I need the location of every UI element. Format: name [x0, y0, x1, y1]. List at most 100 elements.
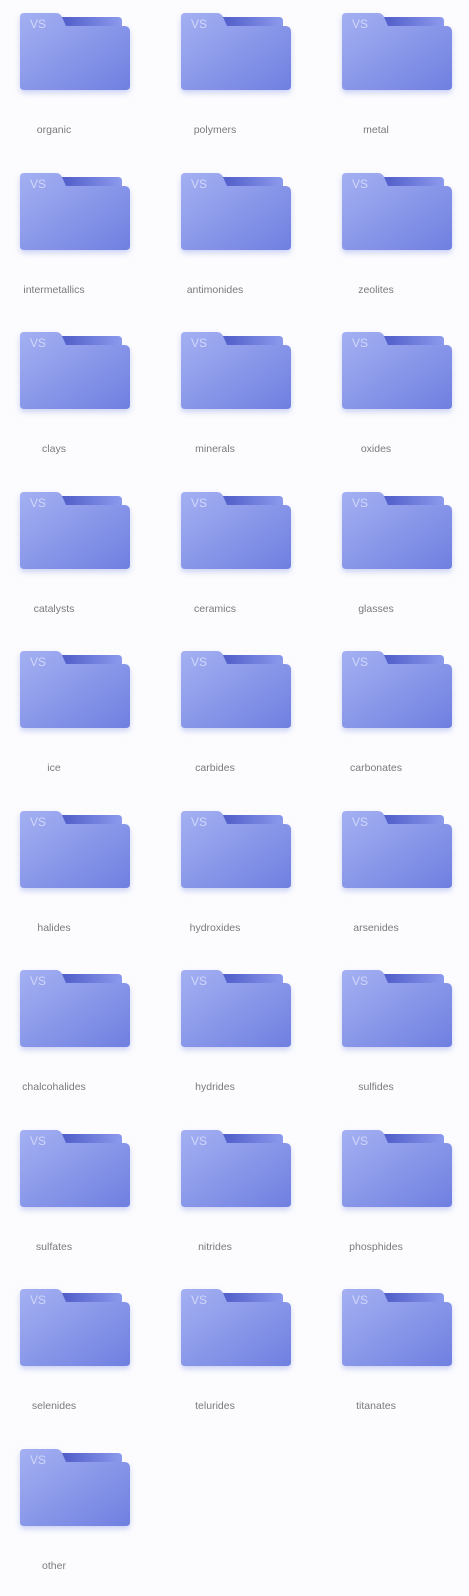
folder-label: clays [42, 443, 66, 455]
folder-item-carbides[interactable]: VS carbides [161, 638, 322, 798]
folder-item-intermetallics[interactable]: VS intermetallics [0, 160, 161, 320]
folder-label: telurides [195, 1400, 235, 1412]
folder-badge: VS [191, 496, 207, 510]
folder-icon: VS [20, 969, 132, 1051]
folder-icon: VS [181, 969, 293, 1051]
folder-icon: VS [20, 491, 132, 573]
folder-badge: VS [191, 1134, 207, 1148]
folder-item-titanates[interactable]: VS titanates [322, 1276, 469, 1436]
folder-item-hydroxides[interactable]: VS hydroxides [161, 798, 322, 958]
folder-badge: VS [30, 496, 46, 510]
folder-badge: VS [30, 1293, 46, 1307]
folder-badge: VS [30, 1134, 46, 1148]
folder-icon: VS [20, 1288, 132, 1370]
folder-item-telurides[interactable]: VS telurides [161, 1276, 322, 1436]
folder-item-polymers[interactable]: VS polymers [161, 0, 322, 160]
folder-badge: VS [352, 17, 368, 31]
folder-label: ceramics [193, 602, 236, 615]
folder-label: selenides [31, 1400, 77, 1412]
folder-item-zeolites[interactable]: VS zeolites [322, 160, 469, 320]
folder-icon: VS [342, 810, 454, 892]
folder-badge: VS [352, 1134, 368, 1148]
folder-label: hydrides [195, 1081, 235, 1093]
folder-icon: VS [342, 1288, 454, 1370]
folder-label: organic [36, 124, 72, 136]
folder-item-other[interactable]: VS other [0, 1436, 161, 1596]
folder-label: metal [363, 124, 389, 136]
folder-icon: VS [181, 491, 293, 573]
folder-badge: VS [191, 1293, 207, 1307]
folder-icon: VS [181, 650, 293, 732]
folder-icon: VS [181, 1129, 293, 1211]
folder-badge: VS [30, 17, 46, 31]
folder-icon: VS [342, 172, 454, 254]
folder-label: arsenides [353, 921, 399, 934]
folder-item-organic[interactable]: VS organic [0, 0, 161, 160]
folder-label: carbides [195, 762, 235, 774]
folder-icon: VS [342, 650, 454, 732]
folder-badge: VS [191, 336, 207, 350]
folder-item-sulfides[interactable]: VS sulfides [322, 957, 469, 1117]
folder-item-clays[interactable]: VS clays [0, 319, 161, 479]
folder-item-arsenides[interactable]: VS arsenides [322, 798, 469, 958]
folder-item-carbonates[interactable]: VS carbonates [322, 638, 469, 798]
folder-label: glasses [358, 602, 394, 615]
folder-label: minerals [195, 443, 235, 455]
folder-icon: VS [181, 172, 293, 254]
folder-icon: VS [20, 331, 132, 413]
folder-item-glasses[interactable]: VS glasses [322, 479, 469, 639]
folder-badge: VS [191, 815, 207, 829]
folder-icon: VS [342, 969, 454, 1051]
folder-badge: VS [30, 177, 46, 191]
folder-label: catalysts [33, 602, 75, 615]
folder-icon: VS [342, 1129, 454, 1211]
folder-label: chalcohalides [22, 1081, 86, 1093]
folder-item-catalysts[interactable]: VS catalysts [0, 479, 161, 639]
folder-badge: VS [352, 655, 368, 669]
folder-icon: VS [20, 650, 132, 732]
folder-badge: VS [30, 815, 46, 829]
folder-badge: VS [30, 1453, 46, 1467]
folder-item-selenides[interactable]: VS selenides [0, 1276, 161, 1436]
folder-icon: VS [181, 1288, 293, 1370]
folder-badge: VS [191, 177, 207, 191]
folder-label: intermetallics [23, 283, 85, 296]
folder-icon: VS [20, 172, 132, 254]
folder-item-sulfates[interactable]: VS sulfates [0, 1117, 161, 1277]
folder-icon: VS [20, 12, 132, 94]
folder-badge: VS [352, 1293, 368, 1307]
folder-badge: VS [191, 655, 207, 669]
folder-label: titanates [356, 1400, 396, 1412]
folder-badge: VS [30, 655, 46, 669]
folder-item-antimonides[interactable]: VS antimonides [161, 160, 322, 320]
folder-badge: VS [30, 974, 46, 988]
folder-grid: VS organic VS polymers VS metal VS inter… [0, 0, 469, 1595]
folder-label: antimonides [186, 283, 244, 296]
folder-item-minerals[interactable]: VS minerals [161, 319, 322, 479]
folder-item-hydrides[interactable]: VS hydrides [161, 957, 322, 1117]
folder-badge: VS [352, 974, 368, 988]
folder-item-oxides[interactable]: VS oxides [322, 319, 469, 479]
folder-label: polymers [193, 124, 237, 136]
folder-badge: VS [352, 177, 368, 191]
folder-item-ice[interactable]: VS ice [0, 638, 161, 798]
folder-item-nitrides[interactable]: VS nitrides [161, 1117, 322, 1277]
folder-badge: VS [352, 496, 368, 510]
folder-badge: VS [191, 974, 207, 988]
folder-icon: VS [181, 331, 293, 413]
folder-icon: VS [342, 491, 454, 573]
folder-label: ice [47, 762, 61, 774]
folder-item-chalcohalides[interactable]: VS chalcohalides [0, 957, 161, 1117]
folder-badge: VS [352, 336, 368, 350]
folder-label: sulfides [358, 1081, 394, 1093]
folder-badge: VS [30, 336, 46, 350]
folder-label: other [42, 1559, 66, 1572]
folder-item-ceramics[interactable]: VS ceramics [161, 479, 322, 639]
folder-icon: VS [342, 331, 454, 413]
folder-item-phosphides[interactable]: VS phosphides [322, 1117, 469, 1277]
folder-icon: VS [20, 810, 132, 892]
folder-badge: VS [191, 17, 207, 31]
folder-item-halides[interactable]: VS halides [0, 798, 161, 958]
folder-item-metal[interactable]: VS metal [322, 0, 469, 160]
folder-label: carbonates [350, 762, 402, 774]
